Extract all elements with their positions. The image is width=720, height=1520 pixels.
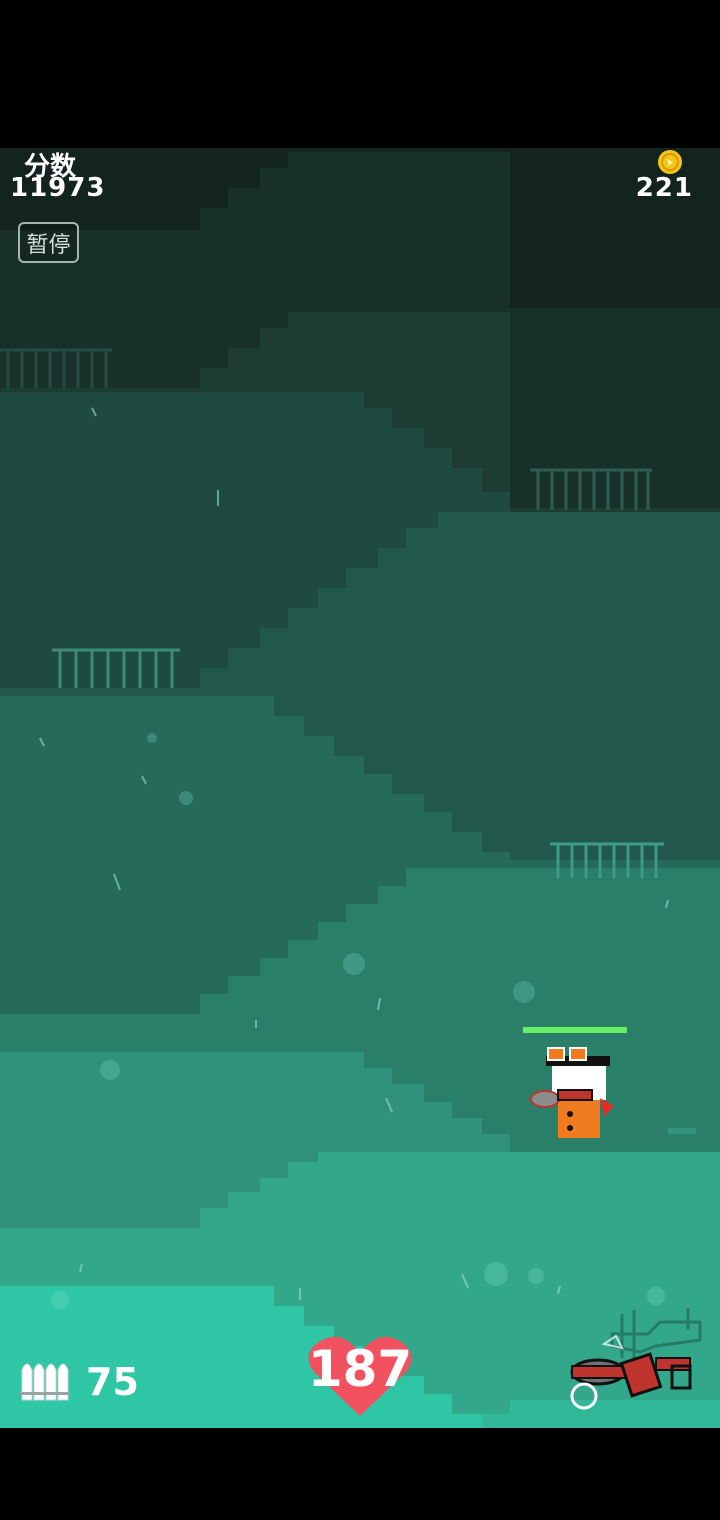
pause-button[interactable]: 暂停 [18, 222, 79, 263]
switch-weapon-icon [570, 1382, 598, 1410]
coin-count: 221 [635, 173, 693, 203]
top-letterbox [0, 0, 720, 148]
bottom-letterbox [0, 1428, 720, 1520]
health-value: 187 [307, 1340, 413, 1398]
game-scene [0, 148, 720, 1428]
bullets-icon [20, 1363, 70, 1401]
dark-block [610, 250, 720, 308]
ammo-count: 75 [86, 1360, 139, 1404]
background-pedestal [668, 1128, 696, 1134]
rocket-launcher-icon[interactable] [560, 1300, 720, 1416]
player-health-bar [523, 1027, 627, 1033]
score-value: 11973 [10, 173, 106, 203]
coin-icon [658, 150, 682, 174]
